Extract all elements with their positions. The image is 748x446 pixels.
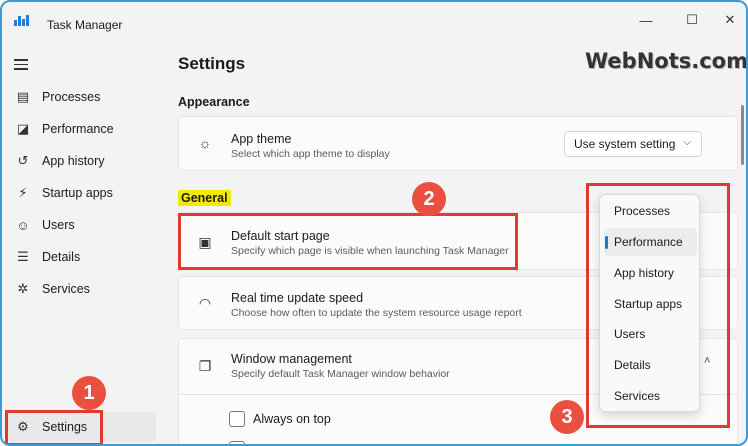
app-theme-subtitle: Select which app theme to display [231,148,390,160]
update-speed-subtitle: Choose how often to update the system re… [231,307,522,319]
appearance-heading: Appearance [178,95,250,109]
app-theme-dropdown[interactable]: Use system setting ⌵ [564,131,702,157]
performance-icon: ◪ [16,121,30,136]
general-heading: General [178,190,231,206]
maximize-button[interactable]: ☐ [674,6,710,34]
sidebar-item-label: Details [42,250,81,264]
step-badge-3: 3 [550,400,584,434]
app-theme-dropdown-value: Use system setting [574,137,676,151]
sidebar-item-label: App history [42,154,105,168]
services-icon: ✲ [17,281,29,296]
app-theme-card: ☼ App theme Select which app theme to di… [178,116,738,171]
chevron-down-icon: ⌵ [683,137,691,148]
always-on-top-checkbox[interactable] [229,411,245,427]
vertical-scrollbar[interactable] [741,105,744,165]
sidebar-item-processes[interactable]: ▤ Processes [6,82,156,112]
watermark: WebNots.com [585,49,748,73]
sidebar-item-performance[interactable]: ◪ Performance [6,114,156,144]
hamburger-icon[interactable] [14,58,28,70]
always-on-top-option[interactable]: Always on top [229,411,331,427]
sidebar-item-label: Services [42,282,90,296]
settings-highlight-box [5,410,103,444]
windows-icon: ❐ [198,357,212,374]
always-on-top-label: Always on top [253,412,331,426]
start-page-highlight-box [178,213,518,270]
sidebar-item-services[interactable]: ✲ Services [6,274,156,304]
app-theme-title: App theme [231,132,292,146]
window-management-subtitle: Specify default Task Manager window beha… [231,368,450,380]
palette-icon: ☼ [198,135,212,151]
page-title: Settings [178,54,246,73]
general-heading-label: General [178,190,231,206]
sidebar-item-label: Users [42,218,75,232]
startup-icon: ⚡ [18,185,28,200]
sidebar-item-label: Processes [42,90,101,104]
sidebar-item-startup-apps[interactable]: ⚡ Startup apps [6,178,156,208]
sidebar-item-label: Startup apps [42,186,113,200]
sidebar-item-details[interactable]: ☰ Details [6,242,156,272]
minimize-button[interactable]: — [628,6,664,34]
task-manager-window: Task Manager — ☐ ✕ ▤ Processes ◪ Perform… [0,0,748,446]
close-button[interactable]: ✕ [712,6,746,34]
step-badge-2: 2 [412,182,446,216]
update-speed-title: Real time update speed [231,291,364,305]
title-bar: Task Manager — ☐ ✕ [2,2,746,46]
speedometer-icon: ◠ [198,294,212,311]
users-icon: ☺ [16,217,30,233]
sidebar-item-label: Performance [42,122,114,136]
next-option[interactable] [229,441,245,444]
details-icon: ☰ [17,249,29,264]
next-option-checkbox[interactable] [229,441,245,444]
window-management-title: Window management [231,352,352,366]
sidebar-item-app-history[interactable]: ↺ App history [6,146,156,176]
task-manager-logo-icon [14,14,30,26]
processes-icon: ▤ [16,89,30,104]
menu-highlight-box [586,183,730,428]
history-icon: ↺ [17,153,29,168]
step-badge-1: 1 [72,376,106,410]
sidebar-item-users[interactable]: ☺ Users [6,210,156,240]
window-title: Task Manager [47,18,123,32]
